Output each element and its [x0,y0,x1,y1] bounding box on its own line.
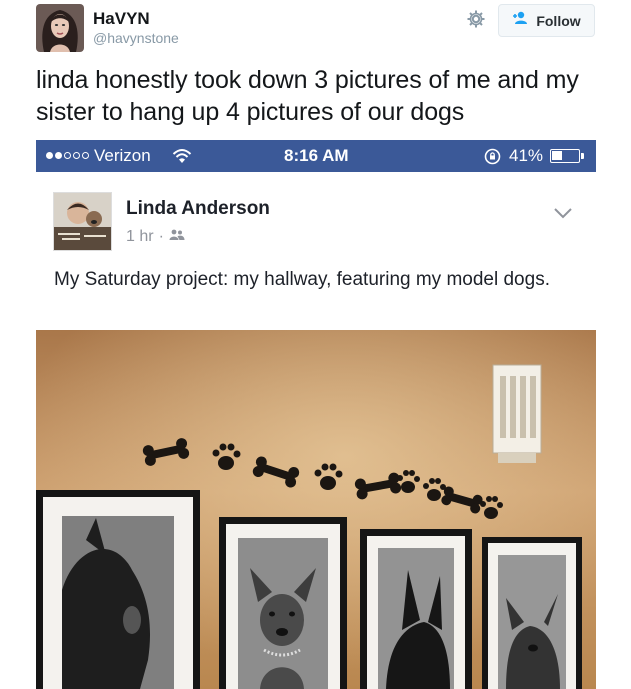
add-user-icon [512,11,530,30]
signal-dot [46,152,53,159]
carrier-name: Verizon [94,146,151,165]
signal-dot [64,152,71,159]
signal-dot [55,152,62,159]
chevron-down-icon[interactable] [553,206,573,224]
gear-icon[interactable] [466,9,486,29]
post-timestamp[interactable]: 1 hr [126,228,154,246]
battery-percent: 41% [509,146,544,165]
battery-icon [550,149,580,163]
signal-dot [82,152,89,159]
dog-photo-frame-1 [36,490,200,689]
phone-status-bar: Verizon 8:16 AM 41% [36,140,596,172]
user-handle[interactable]: @havynstone [93,30,179,46]
signal-dot [73,152,80,159]
avatar-image [36,4,84,52]
wifi-icon [172,148,192,169]
meta-separator: · [158,228,164,245]
rotation-lock-icon [484,148,501,170]
tweet-text: linda honestly took down 3 pictures of m… [36,66,579,126]
display-name[interactable]: HaVYN [93,9,150,29]
avatar[interactable] [36,4,84,52]
post-photo[interactable] [36,330,596,689]
dog-photo-frame-4 [482,537,582,689]
battery-tip [581,153,584,159]
follow-button[interactable]: Follow [498,4,595,37]
status-time: 8:16 AM [284,146,349,165]
signal-strength-indicator [46,152,89,159]
facebook-post-card: Linda Anderson 1 hr · My Saturday projec… [36,172,596,330]
post-meta: 1 hr · [126,228,185,246]
follow-label: Follow [536,12,581,29]
post-author-name[interactable]: Linda Anderson [126,198,270,220]
friends-icon[interactable] [169,228,185,246]
post-text: My Saturday project: my hallway, featuri… [54,269,550,290]
dog-photo-frame-2 [219,517,347,689]
dog-photo-frame-3 [360,529,472,689]
wall-light-fixture [492,364,542,463]
post-author-avatar[interactable] [53,192,112,251]
embedded-screenshot[interactable]: Verizon 8:16 AM 41% Linda Anderson 1 hr … [36,140,596,689]
tweet-header: HaVYN @havynstone Follow [0,0,631,60]
